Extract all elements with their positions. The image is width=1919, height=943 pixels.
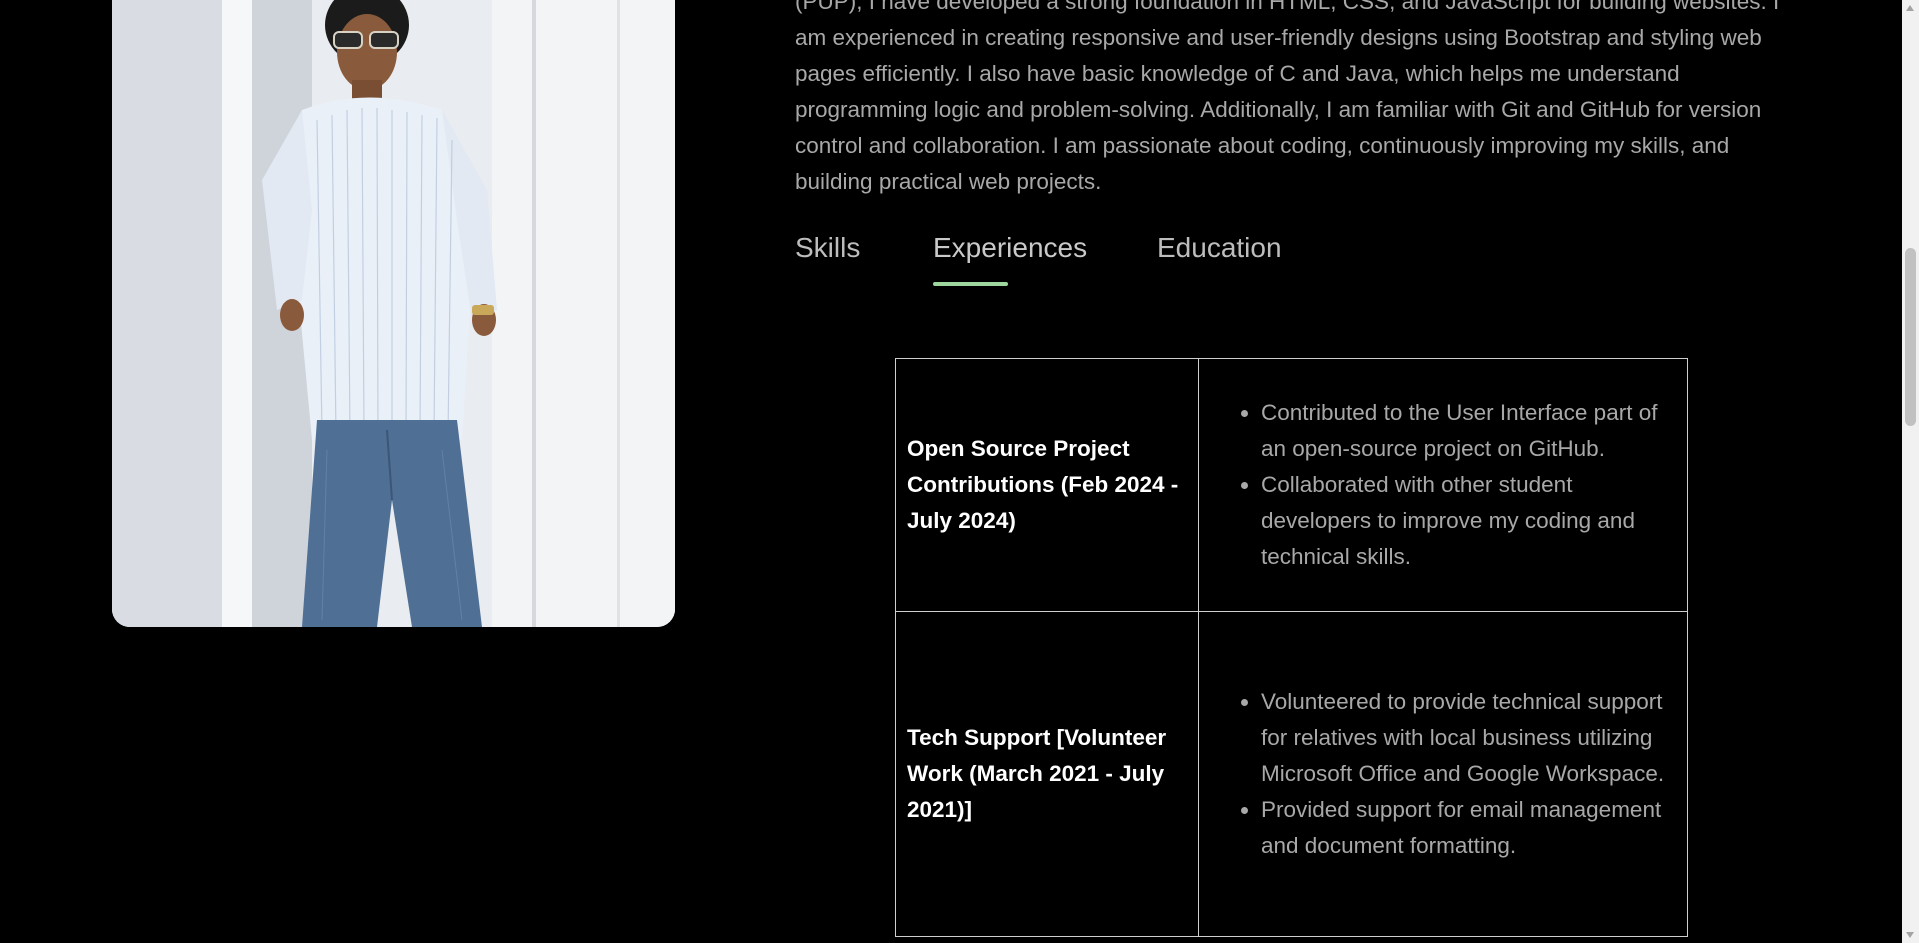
- tab-skills[interactable]: Skills: [795, 232, 860, 264]
- experience-title: Open Source Project Contributions (Feb 2…: [895, 358, 1199, 612]
- active-tab-indicator: [933, 282, 1008, 286]
- table-row: Open Source Project Contributions (Feb 2…: [895, 358, 1688, 612]
- experience-details: Contributed to the User Interface part o…: [1198, 358, 1688, 612]
- list-item: Volunteered to provide technical support…: [1261, 684, 1669, 792]
- list-item: Provided support for email management an…: [1261, 792, 1669, 864]
- page: (PUP), I have developed a strong foundat…: [0, 0, 1919, 943]
- list-item: Collaborated with other student develope…: [1261, 467, 1669, 575]
- scroll-down-arrow-icon[interactable]: [1906, 932, 1914, 938]
- experience-title: Tech Support [Volunteer Work (March 2021…: [895, 611, 1199, 937]
- tab-experiences[interactable]: Experiences: [933, 232, 1088, 286]
- experience-table: Open Source Project Contributions (Feb 2…: [895, 358, 1688, 937]
- list-item: Contributed to the User Interface part o…: [1261, 395, 1669, 467]
- experience-bullet-list: Contributed to the User Interface part o…: [1211, 395, 1669, 575]
- about-paragraph: (PUP), I have developed a strong foundat…: [795, 0, 1780, 194]
- profile-photo: [112, 0, 675, 627]
- tab-experiences-label: Experiences: [933, 232, 1088, 263]
- table-row: Tech Support [Volunteer Work (March 2021…: [895, 611, 1688, 937]
- experience-details: Volunteered to provide technical support…: [1198, 611, 1688, 937]
- scroll-thumb[interactable]: [1905, 248, 1916, 426]
- vertical-scrollbar[interactable]: [1902, 0, 1919, 943]
- scroll-up-arrow-icon[interactable]: [1906, 5, 1914, 11]
- experience-bullet-list: Volunteered to provide technical support…: [1211, 684, 1669, 864]
- tab-education[interactable]: Education: [1157, 232, 1282, 264]
